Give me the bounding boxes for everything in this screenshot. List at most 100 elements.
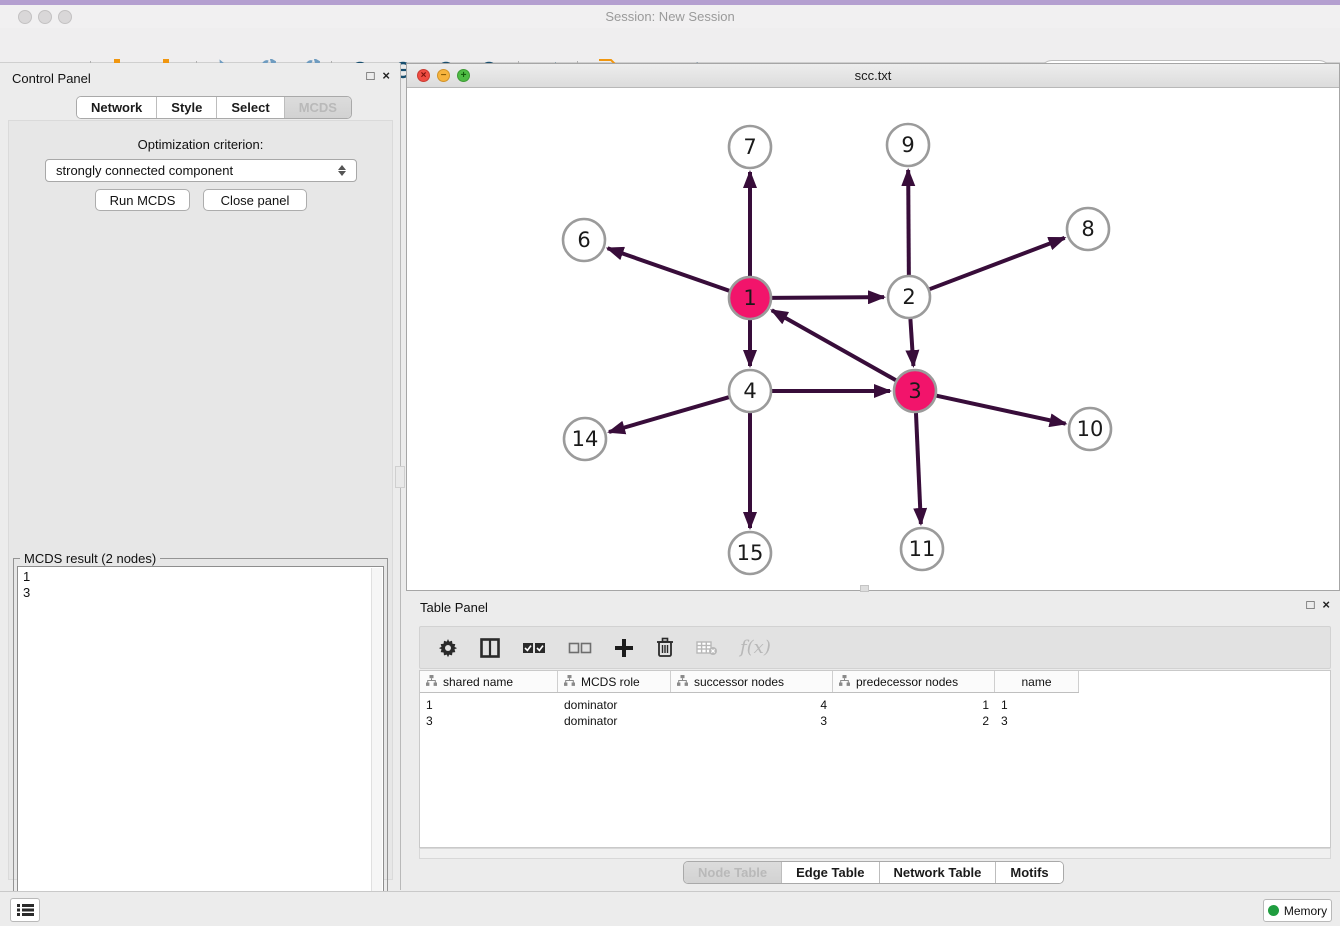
criterion-dropdown[interactable]: strongly connected component: [45, 159, 357, 182]
tab-network[interactable]: Network: [77, 97, 157, 118]
clear-checks-icon[interactable]: [568, 641, 592, 655]
list-icon: [17, 903, 34, 917]
node-7[interactable]: 7: [729, 126, 771, 168]
fx-label: f(x): [740, 637, 771, 658]
main-toolbar: [0, 28, 1340, 63]
svg-text:8: 8: [1081, 217, 1094, 241]
add-column-icon[interactable]: [614, 638, 634, 658]
svg-text:15: 15: [737, 541, 764, 565]
result-scrollbar[interactable]: [371, 568, 382, 926]
node-table[interactable]: shared name MCDS role successor nodes prede…: [419, 670, 1331, 848]
show-columns-icon[interactable]: [480, 638, 500, 658]
table-options-gear-icon[interactable]: [438, 638, 458, 658]
maximize-window-icon[interactable]: [58, 10, 72, 24]
table-row[interactable]: 1dominator411: [420, 697, 1079, 713]
task-history-button[interactable]: [10, 898, 40, 922]
column-label: successor nodes: [694, 675, 784, 689]
network-minimize-icon[interactable]: −: [437, 69, 450, 82]
table-panel: Table Panel □ × f(x) shared nameMCDS r: [406, 595, 1340, 891]
svg-text:6: 6: [577, 228, 590, 252]
column-header-shared-name[interactable]: shared name: [420, 671, 558, 692]
cell-successor-nodes: 4: [671, 697, 833, 713]
edge-1-6[interactable]: [608, 248, 730, 290]
graph-edges: [608, 170, 1066, 528]
node-14[interactable]: 14: [564, 418, 606, 460]
svg-text:7: 7: [743, 135, 756, 159]
memory-button[interactable]: Memory: [1263, 899, 1332, 922]
close-table-panel-icon[interactable]: ×: [1322, 598, 1330, 612]
column-header-MCDS-role[interactable]: MCDS role: [558, 671, 671, 692]
node-8[interactable]: 8: [1067, 208, 1109, 250]
column-header-name[interactable]: name: [995, 671, 1079, 692]
tab-motifs[interactable]: Motifs: [996, 862, 1062, 883]
horizontal-splitter-handle[interactable]: [860, 585, 869, 592]
cell-predecessor-nodes: 2: [833, 713, 995, 729]
function-builder-icon[interactable]: f(x): [740, 637, 771, 658]
edge-4-14[interactable]: [609, 397, 729, 432]
tab-style[interactable]: Style: [157, 97, 217, 118]
select-all-checks-icon[interactable]: [522, 641, 546, 655]
main-titlebar: Session: New Session: [0, 5, 1340, 28]
tab-select[interactable]: Select: [217, 97, 284, 118]
edge-2-8[interactable]: [930, 238, 1065, 289]
attribute-type-icon: [839, 675, 850, 689]
tab-network-table[interactable]: Network Table: [880, 862, 997, 883]
edge-2-9[interactable]: [908, 170, 909, 275]
delete-column-icon[interactable]: [656, 637, 674, 658]
edge-2-3[interactable]: [910, 319, 913, 366]
float-panel-icon[interactable]: □: [367, 69, 375, 83]
mcds-result-title: MCDS result (2 nodes): [20, 551, 160, 566]
cell-predecessor-nodes: 1: [833, 697, 995, 713]
node-2[interactable]: 2: [888, 276, 930, 318]
node-9[interactable]: 9: [887, 124, 929, 166]
panel-splitter-handle[interactable]: [395, 466, 405, 488]
column-label: MCDS role: [581, 675, 640, 689]
edge-3-11[interactable]: [916, 413, 921, 524]
table-scrollbar[interactable]: [419, 848, 1331, 859]
svg-text:2: 2: [902, 285, 915, 309]
edge-3-10[interactable]: [936, 396, 1065, 424]
network-window-titlebar[interactable]: × − + scc.txt: [407, 64, 1339, 88]
edge-3-1[interactable]: [772, 310, 896, 380]
table-header-row: shared name MCDS role successor nodes prede…: [420, 671, 1079, 693]
column-header-successor-nodes[interactable]: successor nodes: [671, 671, 833, 692]
attribute-type-icon: [564, 675, 575, 689]
column-label: name: [1021, 675, 1051, 689]
tab-edge-table[interactable]: Edge Table: [782, 862, 879, 883]
column-header-predecessor-nodes[interactable]: predecessor nodes: [833, 671, 995, 692]
run-mcds-button[interactable]: Run MCDS: [95, 189, 190, 211]
node-10[interactable]: 10: [1069, 408, 1111, 450]
node-3[interactable]: 3: [894, 370, 936, 412]
node-11[interactable]: 11: [901, 528, 943, 570]
control-panel-tabs: NetworkStyleSelectMCDS: [76, 96, 352, 119]
node-4[interactable]: 4: [729, 370, 771, 412]
svg-text:11: 11: [909, 537, 936, 561]
control-panel-title: Control Panel: [12, 71, 91, 86]
network-canvas[interactable]: 7 9 6 8 1 2 4 3 14 10 15 11: [407, 88, 1339, 590]
mcds-result-values: 13: [23, 569, 30, 601]
destroy-table-icon[interactable]: [696, 640, 718, 656]
tab-mcds[interactable]: MCDS: [285, 97, 351, 118]
attribute-type-icon: [677, 675, 688, 689]
dropdown-stepper-icon: [338, 165, 346, 176]
tab-node-table[interactable]: Node Table: [684, 862, 782, 883]
column-label: predecessor nodes: [856, 675, 958, 689]
attribute-type-icon: [426, 675, 437, 689]
mcds-result-list[interactable]: 13: [17, 566, 384, 926]
minimize-window-icon[interactable]: [38, 10, 52, 24]
node-6[interactable]: 6: [563, 219, 605, 261]
table-tabs: Node TableEdge TableNetwork TableMotifs: [683, 861, 1064, 884]
node-1[interactable]: 1: [729, 277, 771, 319]
close-panel-button[interactable]: Close panel: [203, 189, 307, 211]
optimization-criterion-label: Optimization criterion:: [9, 137, 392, 152]
close-window-icon[interactable]: [18, 10, 32, 24]
network-maximize-icon[interactable]: +: [457, 69, 470, 82]
table-row[interactable]: 3dominator323: [420, 713, 1079, 729]
float-table-panel-icon[interactable]: □: [1307, 598, 1315, 612]
edge-1-2[interactable]: [772, 297, 884, 298]
cell-successor-nodes: 3: [671, 713, 833, 729]
status-bar: Memory: [0, 891, 1340, 926]
node-15[interactable]: 15: [729, 532, 771, 574]
close-panel-icon[interactable]: ×: [382, 69, 390, 83]
network-close-icon[interactable]: ×: [417, 69, 430, 82]
